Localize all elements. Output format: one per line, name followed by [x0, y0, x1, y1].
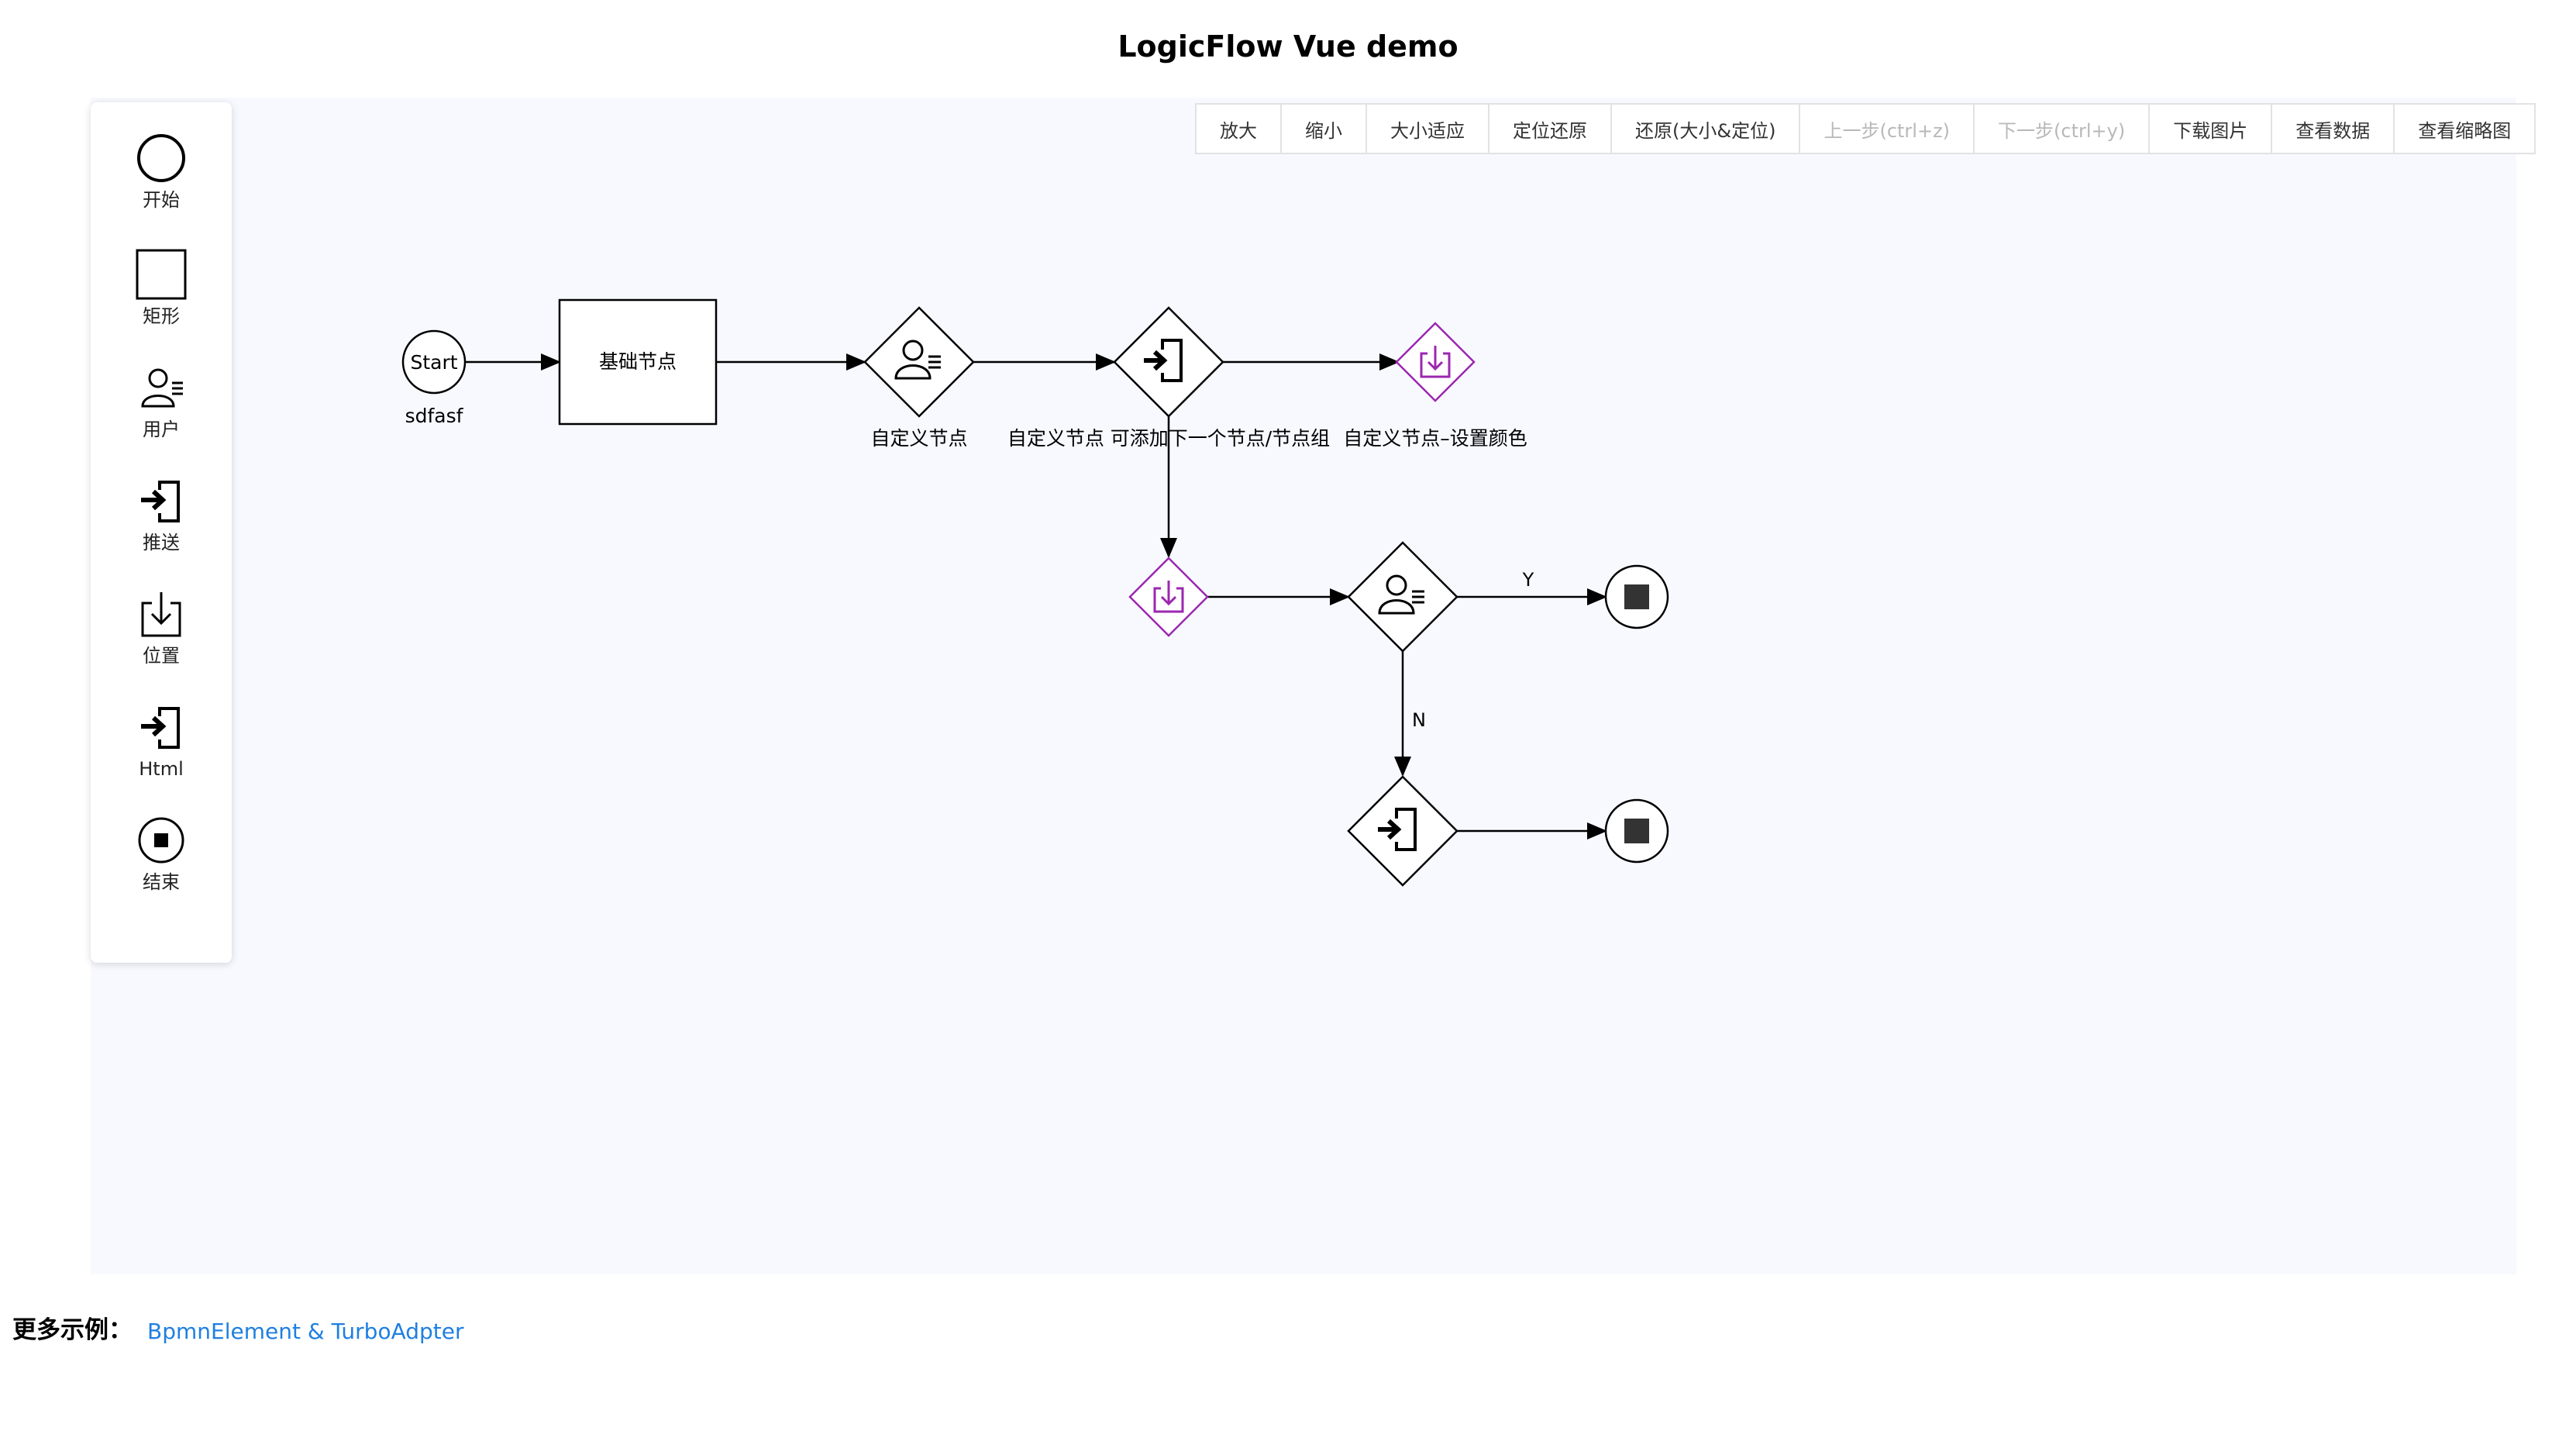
more-examples-label: 更多示例： [12, 1316, 133, 1344]
palette-item-push[interactable]: 推送 [91, 474, 232, 575]
user-icon [141, 368, 183, 408]
zoom-in-button[interactable]: 放大 [1197, 105, 1282, 153]
start-node-text: Start [410, 351, 457, 374]
flow-canvas[interactable] [91, 98, 2516, 1274]
basic-rect-node-text: 基础节点 [599, 350, 677, 373]
palette-item-label: 开始 [143, 189, 180, 211]
reset-translate-button[interactable]: 定位还原 [1489, 105, 1612, 153]
basic-rect-node[interactable]: 基础节点 [558, 298, 718, 426]
palette-item-user[interactable]: 用户 [91, 361, 232, 462]
palette-item-rect[interactable]: 矩形 [91, 248, 232, 349]
download-image-button[interactable]: 下载图片 [2150, 105, 2273, 153]
more-examples-link[interactable]: BpmnElement & TurboAdpter [147, 1318, 464, 1346]
control-toolbar: 放大 缩小 大小适应 定位还原 还原(大小&定位) 上一步(ctrl+z) 下一… [1195, 103, 2536, 154]
palette-item-html[interactable]: Html [91, 701, 232, 802]
zoom-out-button[interactable]: 缩小 [1282, 105, 1367, 153]
palette-item-start[interactable]: 开始 [91, 132, 232, 233]
undo-button[interactable]: 上一步(ctrl+z) [1800, 105, 1975, 153]
palette-item-label: 推送 [143, 532, 180, 553]
push-icon [141, 481, 180, 522]
rect-icon [136, 249, 187, 300]
node-palette: 开始 矩形 用户 推送 位置 Html 结束 [91, 102, 232, 963]
view-data-button[interactable]: 查看数据 [2272, 105, 2395, 153]
end-icon [138, 817, 184, 864]
palette-item-label: 矩形 [143, 305, 180, 327]
palette-item-position[interactable]: 位置 [91, 588, 232, 688]
fit-view-button[interactable]: 大小适应 [1367, 105, 1489, 153]
palette-item-end[interactable]: 结束 [91, 814, 232, 915]
circle-icon [137, 134, 185, 182]
palette-item-label: 结束 [143, 871, 180, 893]
view-minimap-button[interactable]: 查看缩略图 [2395, 105, 2535, 153]
redo-button[interactable]: 下一步(ctrl+y) [1975, 105, 2151, 153]
palette-item-label: 用户 [143, 419, 180, 440]
download-icon [141, 592, 181, 637]
end-node[interactable] [1604, 564, 1669, 629]
end-node-2[interactable] [1604, 798, 1669, 864]
palette-item-label: Html [139, 758, 184, 780]
page-title: LogicFlow Vue demo [1118, 29, 1458, 64]
push-icon [141, 707, 180, 749]
palette-item-label: 位置 [143, 645, 180, 667]
reset-all-button[interactable]: 还原(大小&定位) [1612, 105, 1801, 153]
start-node[interactable]: Start [401, 329, 467, 395]
